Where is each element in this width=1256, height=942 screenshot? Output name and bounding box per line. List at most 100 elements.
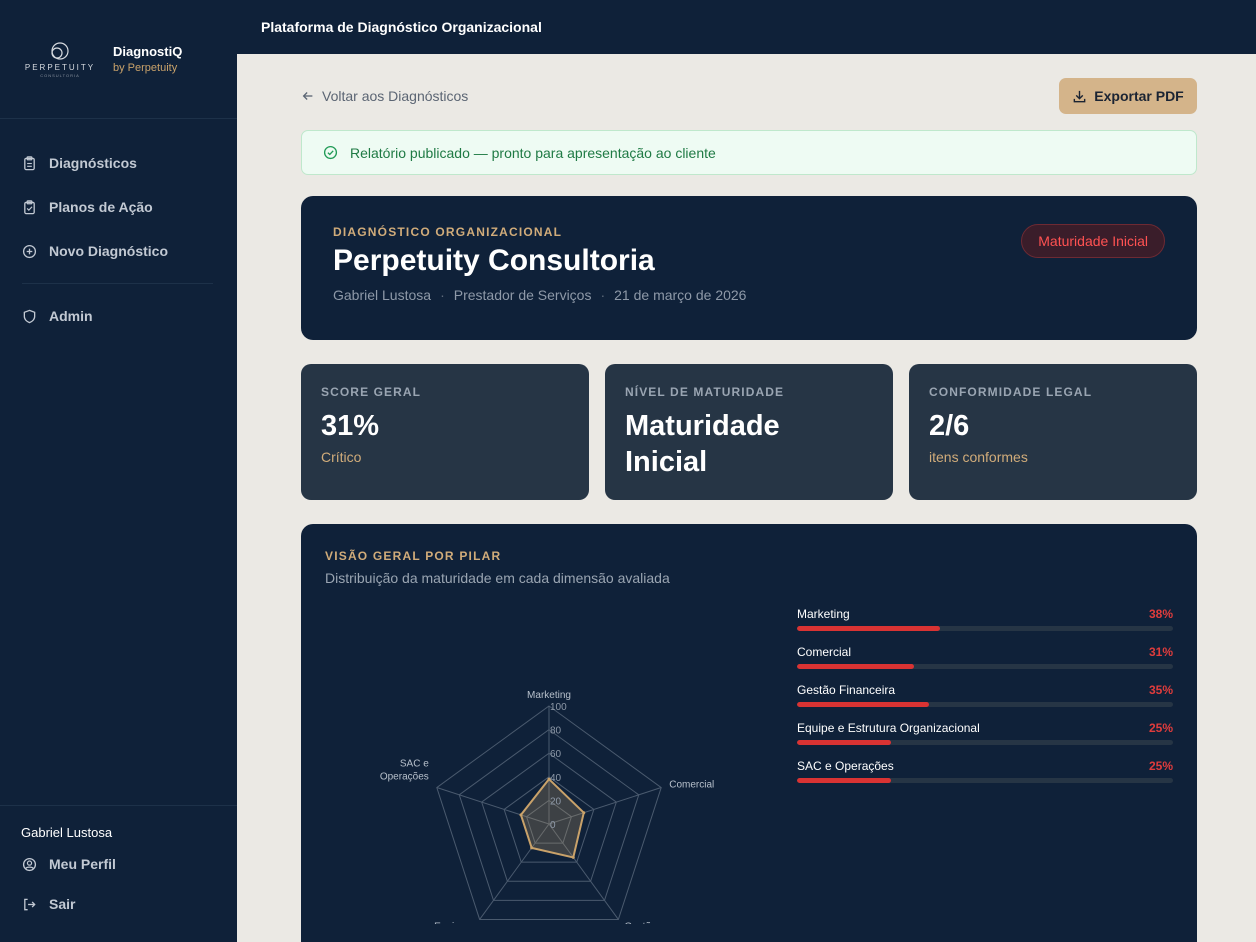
pillar-bar-row: Equipe e Estrutura Organizacional 25% <box>797 718 1173 756</box>
logout-icon <box>24 898 36 910</box>
export-pdf-button[interactable]: Exportar PDF <box>1059 78 1197 114</box>
report-author: Gabriel Lustosa <box>333 287 432 303</box>
pillar-bar-track <box>797 740 1173 745</box>
stat-label: CONFORMIDADE LEGAL <box>929 385 1093 399</box>
pillar-bar-row: Comercial 31% <box>797 642 1173 680</box>
radar-point <box>530 846 534 850</box>
action-row: Voltar aos Diagnósticos Exportar PDF <box>301 54 1197 138</box>
pillar-pct: 25% <box>1148 721 1173 735</box>
sidebar-item-label: Admin <box>49 308 93 324</box>
radar-tick-label: 80 <box>550 726 562 737</box>
user-circle-icon <box>22 857 37 871</box>
logo-word: PERPETUITY <box>24 62 96 72</box>
stats-row: SCORE GERAL 31% Crítico NÍVEL DE MATURID… <box>301 364 1197 500</box>
meta-separator: · <box>440 287 445 303</box>
stat-card-compliance: CONFORMIDADE LEGAL 2/6 itens conformes <box>909 364 1197 500</box>
radar-axis-label: Equipe eEstrutura Organizacional <box>364 921 474 924</box>
stat-card-score: SCORE GERAL 31% Crítico <box>301 364 589 500</box>
pillar-bar-track <box>797 778 1173 783</box>
sidebar-item-label: Novo Diagnóstico <box>49 243 169 259</box>
pillar-bar-fill <box>797 626 940 631</box>
sidebar-item-diagnosticos[interactable]: Diagnósticos <box>0 141 237 185</box>
check-circle-icon <box>323 145 338 160</box>
logo-sub: CONSULTORIA <box>40 72 80 78</box>
pillar-bar-fill <box>797 778 891 783</box>
radar-point <box>582 811 586 815</box>
main-content: Voltar aos Diagnósticos Exportar PDF Rel… <box>301 54 1197 942</box>
pillar-description: Distribuição da maturidade em cada dimen… <box>325 570 670 586</box>
pillar-bar-row: SAC e Operações 25% <box>797 756 1173 794</box>
pillar-bars: Marketing 38% Comercial 31% Gestão Finance… <box>797 604 1173 794</box>
perpetuity-logo: PERPETUITY CONSULTORIA <box>22 39 98 79</box>
sidebar-item-novo[interactable]: Novo Diagnóstico <box>0 229 237 273</box>
download-icon <box>1073 90 1086 102</box>
radar-axis-label: Comercial <box>669 780 714 791</box>
sidebar-item-label: Diagnósticos <box>49 155 137 171</box>
shield-icon <box>23 309 36 323</box>
sidebar-item-planos[interactable]: Planos de Ação <box>0 185 237 229</box>
clipboard-icon <box>24 155 35 170</box>
logout-link-label: Sair <box>49 896 76 912</box>
arrow-left-icon <box>302 92 313 100</box>
nav-divider <box>22 283 213 284</box>
brand[interactable]: PERPETUITY CONSULTORIA DiagnostiQ by Per… <box>0 0 237 119</box>
pillar-bar-fill <box>797 664 914 669</box>
sidebar-footer: Gabriel Lustosa Meu Perfil Sair <box>0 805 237 942</box>
logout-link[interactable]: Sair <box>0 884 237 924</box>
profile-link[interactable]: Meu Perfil <box>0 844 237 884</box>
pillar-label: Marketing <box>797 607 850 621</box>
pillar-bar-row: Marketing 38% <box>797 604 1173 642</box>
radar-axis-label: Marketing <box>527 690 571 701</box>
alert-text: Relatório publicado — pronto para aprese… <box>350 144 716 161</box>
stat-value: 31% <box>321 410 380 442</box>
platform-title: Plataforma de Diagnóstico Organizacional <box>261 19 542 35</box>
pillar-pct: 38% <box>1148 607 1173 621</box>
clipboard-check-icon <box>24 199 35 214</box>
pillar-overview-card: VISÃO GERAL POR PILAR Distribuição da ma… <box>301 524 1197 942</box>
radar-point <box>519 813 523 817</box>
top-bar: Plataforma de Diagnóstico Organizacional <box>237 0 1256 54</box>
published-alert: Relatório publicado — pronto para aprese… <box>301 130 1197 175</box>
report-header-card: DIAGNÓSTICO ORGANIZACIONAL Perpetuity Co… <box>301 196 1197 340</box>
stat-card-maturity: NÍVEL DE MATURIDADE Maturidade Inicial <box>605 364 893 500</box>
pillar-kicker: VISÃO GERAL POR PILAR <box>325 549 502 563</box>
radar-tick-label: 60 <box>550 749 562 760</box>
maturity-badge: Maturidade Inicial <box>1021 224 1165 258</box>
pillar-bar-fill <box>797 740 891 745</box>
pillar-label: Gestão Financeira <box>797 683 896 697</box>
sidebar-user-name: Gabriel Lustosa <box>21 825 113 840</box>
app-name: DiagnostiQ <box>113 44 183 59</box>
radar-tick-label: 20 <box>550 796 562 807</box>
export-pdf-label: Exportar PDF <box>1094 88 1184 104</box>
stat-sub: Crítico <box>321 448 362 465</box>
pillar-bar-track <box>797 702 1173 707</box>
pillar-bar-track <box>797 664 1173 669</box>
stat-sub: itens conformes <box>929 448 1028 465</box>
meta-separator: · <box>600 287 606 303</box>
pillar-pct: 25% <box>1148 759 1173 773</box>
stat-label: NÍVEL DE MATURIDADE <box>625 385 785 399</box>
pillar-label: Equipe e Estrutura Organizacional <box>797 721 980 735</box>
pillar-label: SAC e Operações <box>797 759 894 773</box>
sidebar-item-admin[interactable]: Admin <box>0 294 237 338</box>
radar-chart: 0 20 40 60 80 100Marketing Comercial GestãoFina… <box>364 690 714 924</box>
profile-link-label: Meu Perfil <box>49 856 116 872</box>
stat-label: SCORE GERAL <box>321 385 422 399</box>
stat-value: 2/6 <box>929 410 970 442</box>
sidebar: PERPETUITY CONSULTORIA DiagnostiQ by Per… <box>0 0 237 942</box>
radar-axis-label: GestãoFinanceira <box>624 921 671 924</box>
radar-tick-label: 100 <box>550 702 567 713</box>
pillar-pct: 31% <box>1148 645 1173 659</box>
report-date: 21 de março de 2026 <box>614 287 747 303</box>
pillar-bar-track <box>797 626 1173 631</box>
sidebar-item-label: Planos de Ação <box>49 199 153 215</box>
stat-value: Maturidade Inicial <box>625 410 780 478</box>
back-to-diagnostics-link[interactable]: Voltar aos Diagnósticos <box>301 88 468 104</box>
pillar-label: Comercial <box>797 645 852 659</box>
plus-circle-icon <box>22 244 37 258</box>
sidebar-nav: Diagnósticos Planos de Ação Novo Diagnós… <box>0 119 237 338</box>
pillar-bar-row: Gestão Financeira 35% <box>797 680 1173 718</box>
perpetuity-logo-icon <box>51 41 69 60</box>
pillar-pct: 35% <box>1148 683 1173 697</box>
radar-tick-label: 0 <box>550 820 556 831</box>
